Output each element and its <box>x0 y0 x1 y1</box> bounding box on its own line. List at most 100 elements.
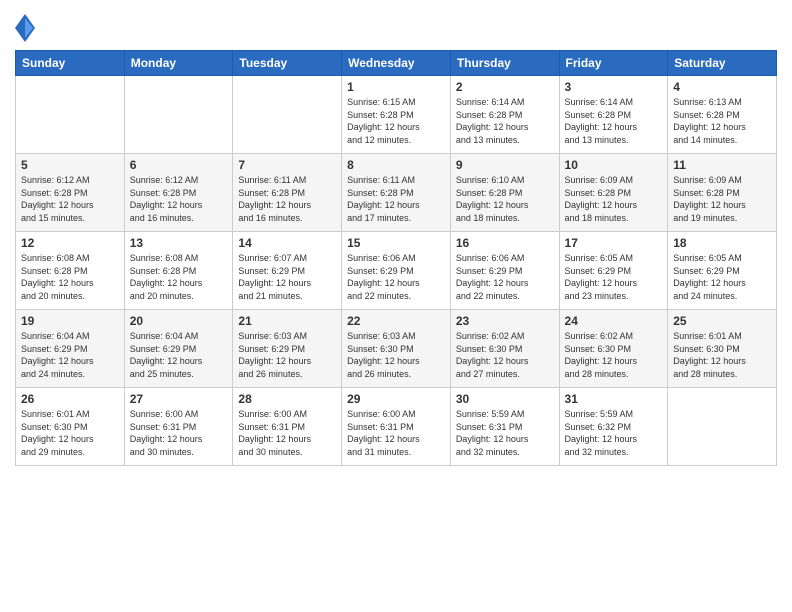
calendar-cell: 12 Sunrise: 6:08 AM Sunset: 6:28 PM Dayli… <box>16 232 125 310</box>
calendar-cell: 11 Sunrise: 6:09 AM Sunset: 6:28 PM Dayli… <box>668 154 777 232</box>
day-number: 24 <box>565 314 663 328</box>
calendar-cell: 10 Sunrise: 6:09 AM Sunset: 6:28 PM Dayli… <box>559 154 668 232</box>
day-number: 15 <box>347 236 445 250</box>
day-info: Sunrise: 6:14 AM Sunset: 6:28 PM Dayligh… <box>565 96 663 146</box>
logo-icon <box>15 14 35 42</box>
day-info: Sunrise: 5:59 AM Sunset: 6:31 PM Dayligh… <box>456 408 554 458</box>
day-number: 31 <box>565 392 663 406</box>
calendar-cell: 28 Sunrise: 6:00 AM Sunset: 6:31 PM Dayli… <box>233 388 342 466</box>
day-number: 21 <box>238 314 336 328</box>
calendar-cell <box>16 76 125 154</box>
day-number: 14 <box>238 236 336 250</box>
day-number: 29 <box>347 392 445 406</box>
week-row-1: 1Sunrise: 6:15 AM Sunset: 6:28 PM Daylig… <box>16 76 777 154</box>
day-number: 6 <box>130 158 228 172</box>
day-info: Sunrise: 5:59 AM Sunset: 6:32 PM Dayligh… <box>565 408 663 458</box>
day-number: 18 <box>673 236 771 250</box>
day-info: Sunrise: 6:14 AM Sunset: 6:28 PM Dayligh… <box>456 96 554 146</box>
day-info: Sunrise: 6:02 AM Sunset: 6:30 PM Dayligh… <box>456 330 554 380</box>
day-info: Sunrise: 6:08 AM Sunset: 6:28 PM Dayligh… <box>130 252 228 302</box>
day-number: 13 <box>130 236 228 250</box>
day-info: Sunrise: 6:12 AM Sunset: 6:28 PM Dayligh… <box>130 174 228 224</box>
day-info: Sunrise: 6:02 AM Sunset: 6:30 PM Dayligh… <box>565 330 663 380</box>
day-info: Sunrise: 6:11 AM Sunset: 6:28 PM Dayligh… <box>347 174 445 224</box>
calendar-cell: 4 Sunrise: 6:13 AM Sunset: 6:28 PM Daylig… <box>668 76 777 154</box>
day-number: 30 <box>456 392 554 406</box>
calendar-cell: 15 Sunrise: 6:06 AM Sunset: 6:29 PM Dayli… <box>342 232 451 310</box>
calendar-cell: 3 Sunrise: 6:14 AM Sunset: 6:28 PM Daylig… <box>559 76 668 154</box>
weekday-header-saturday: Saturday <box>668 51 777 76</box>
calendar-cell: 13 Sunrise: 6:08 AM Sunset: 6:28 PM Dayli… <box>124 232 233 310</box>
day-number: 19 <box>21 314 119 328</box>
day-info: Sunrise: 6:04 AM Sunset: 6:29 PM Dayligh… <box>21 330 119 380</box>
day-info: Sunrise: 6:00 AM Sunset: 6:31 PM Dayligh… <box>238 408 336 458</box>
calendar-cell: 5Sunrise: 6:12 AM Sunset: 6:28 PM Daylig… <box>16 154 125 232</box>
day-info: Sunrise: 6:01 AM Sunset: 6:30 PM Dayligh… <box>21 408 119 458</box>
calendar-cell: 14 Sunrise: 6:07 AM Sunset: 6:29 PM Dayli… <box>233 232 342 310</box>
day-number: 23 <box>456 314 554 328</box>
day-info: Sunrise: 6:13 AM Sunset: 6:28 PM Dayligh… <box>673 96 771 146</box>
day-number: 16 <box>456 236 554 250</box>
day-info: Sunrise: 6:10 AM Sunset: 6:28 PM Dayligh… <box>456 174 554 224</box>
day-number: 22 <box>347 314 445 328</box>
day-info: Sunrise: 6:00 AM Sunset: 6:31 PM Dayligh… <box>347 408 445 458</box>
day-number: 12 <box>21 236 119 250</box>
week-row-4: 19 Sunrise: 6:04 AM Sunset: 6:29 PM Dayli… <box>16 310 777 388</box>
logo <box>15 14 37 42</box>
calendar-cell: 30 Sunrise: 5:59 AM Sunset: 6:31 PM Dayli… <box>450 388 559 466</box>
day-info: Sunrise: 6:00 AM Sunset: 6:31 PM Dayligh… <box>130 408 228 458</box>
day-number: 3 <box>565 80 663 94</box>
day-info: Sunrise: 6:08 AM Sunset: 6:28 PM Dayligh… <box>21 252 119 302</box>
weekday-header-thursday: Thursday <box>450 51 559 76</box>
weekday-header-sunday: Sunday <box>16 51 125 76</box>
day-number: 25 <box>673 314 771 328</box>
week-row-2: 5Sunrise: 6:12 AM Sunset: 6:28 PM Daylig… <box>16 154 777 232</box>
day-info: Sunrise: 6:05 AM Sunset: 6:29 PM Dayligh… <box>565 252 663 302</box>
day-number: 4 <box>673 80 771 94</box>
calendar-cell: 21 Sunrise: 6:03 AM Sunset: 6:29 PM Dayli… <box>233 310 342 388</box>
day-info: Sunrise: 6:03 AM Sunset: 6:30 PM Dayligh… <box>347 330 445 380</box>
day-number: 28 <box>238 392 336 406</box>
calendar-cell: 2 Sunrise: 6:14 AM Sunset: 6:28 PM Daylig… <box>450 76 559 154</box>
day-info: Sunrise: 6:07 AM Sunset: 6:29 PM Dayligh… <box>238 252 336 302</box>
calendar-cell: 1Sunrise: 6:15 AM Sunset: 6:28 PM Daylig… <box>342 76 451 154</box>
day-number: 11 <box>673 158 771 172</box>
calendar-cell: 23 Sunrise: 6:02 AM Sunset: 6:30 PM Dayli… <box>450 310 559 388</box>
day-info: Sunrise: 6:06 AM Sunset: 6:29 PM Dayligh… <box>456 252 554 302</box>
day-number: 17 <box>565 236 663 250</box>
weekday-header-wednesday: Wednesday <box>342 51 451 76</box>
calendar-cell: 7Sunrise: 6:11 AM Sunset: 6:28 PM Daylig… <box>233 154 342 232</box>
calendar-cell: 9Sunrise: 6:10 AM Sunset: 6:28 PM Daylig… <box>450 154 559 232</box>
day-info: Sunrise: 6:09 AM Sunset: 6:28 PM Dayligh… <box>673 174 771 224</box>
header <box>15 10 777 42</box>
day-number: 10 <box>565 158 663 172</box>
calendar-cell: 19 Sunrise: 6:04 AM Sunset: 6:29 PM Dayli… <box>16 310 125 388</box>
weekday-header-monday: Monday <box>124 51 233 76</box>
calendar-cell: 26 Sunrise: 6:01 AM Sunset: 6:30 PM Dayli… <box>16 388 125 466</box>
calendar-cell <box>668 388 777 466</box>
calendar-cell: 27Sunrise: 6:00 AM Sunset: 6:31 PM Dayli… <box>124 388 233 466</box>
day-info: Sunrise: 6:01 AM Sunset: 6:30 PM Dayligh… <box>673 330 771 380</box>
day-number: 8 <box>347 158 445 172</box>
calendar-cell: 24 Sunrise: 6:02 AM Sunset: 6:30 PM Dayli… <box>559 310 668 388</box>
calendar-cell: 17 Sunrise: 6:05 AM Sunset: 6:29 PM Dayli… <box>559 232 668 310</box>
day-info: Sunrise: 6:05 AM Sunset: 6:29 PM Dayligh… <box>673 252 771 302</box>
calendar-cell <box>124 76 233 154</box>
calendar-cell: 6 Sunrise: 6:12 AM Sunset: 6:28 PM Daylig… <box>124 154 233 232</box>
week-row-5: 26 Sunrise: 6:01 AM Sunset: 6:30 PM Dayli… <box>16 388 777 466</box>
day-number: 2 <box>456 80 554 94</box>
day-number: 1 <box>347 80 445 94</box>
day-info: Sunrise: 6:09 AM Sunset: 6:28 PM Dayligh… <box>565 174 663 224</box>
calendar: SundayMondayTuesdayWednesdayThursdayFrid… <box>15 50 777 466</box>
day-info: Sunrise: 6:03 AM Sunset: 6:29 PM Dayligh… <box>238 330 336 380</box>
calendar-cell: 20Sunrise: 6:04 AM Sunset: 6:29 PM Dayli… <box>124 310 233 388</box>
calendar-cell: 25 Sunrise: 6:01 AM Sunset: 6:30 PM Dayli… <box>668 310 777 388</box>
weekday-header-tuesday: Tuesday <box>233 51 342 76</box>
day-info: Sunrise: 6:04 AM Sunset: 6:29 PM Dayligh… <box>130 330 228 380</box>
weekday-header-friday: Friday <box>559 51 668 76</box>
calendar-cell <box>233 76 342 154</box>
weekday-header-row: SundayMondayTuesdayWednesdayThursdayFrid… <box>16 51 777 76</box>
calendar-cell: 29 Sunrise: 6:00 AM Sunset: 6:31 PM Dayli… <box>342 388 451 466</box>
day-info: Sunrise: 6:06 AM Sunset: 6:29 PM Dayligh… <box>347 252 445 302</box>
day-number: 26 <box>21 392 119 406</box>
